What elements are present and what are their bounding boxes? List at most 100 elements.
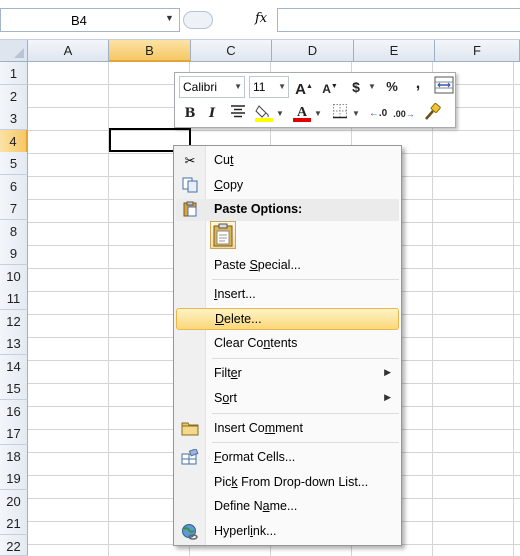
menu-item-label: Hyperlink... xyxy=(214,524,277,538)
menu-item-cut[interactable]: ✂ Cut xyxy=(176,150,399,172)
currency-button[interactable]: $ xyxy=(345,76,367,98)
grow-font-button[interactable]: A▲ xyxy=(293,76,315,98)
font-name-value: Calibri xyxy=(183,80,218,94)
shrink-font-button[interactable]: A▼ xyxy=(319,76,341,98)
menu-item-filter[interactable]: Filter ▶ xyxy=(176,363,399,385)
menu-item-copy[interactable]: Copy xyxy=(176,175,399,197)
menu-item-insert-comment[interactable]: Insert Comment xyxy=(176,418,399,440)
bold-button[interactable]: B xyxy=(179,103,201,125)
formula-controls: fx xyxy=(181,8,277,32)
formula-bar: B4 ▼ fx xyxy=(0,0,520,40)
resize-handle[interactable] xyxy=(183,11,213,29)
font-color-button[interactable]: A xyxy=(291,103,313,125)
column-header[interactable]: C xyxy=(191,40,272,62)
row-header[interactable]: 3 xyxy=(0,107,28,130)
select-all-triangle xyxy=(14,48,24,58)
paste-button[interactable] xyxy=(210,221,236,249)
increase-decimal-label: .0 xyxy=(378,108,388,119)
column-header[interactable]: F xyxy=(435,40,520,62)
menu-item-hyperlink[interactable]: Hyperlink... xyxy=(176,521,399,543)
row-header[interactable]: 21 xyxy=(0,512,28,535)
menu-item-paste-special[interactable]: Paste Special... xyxy=(176,255,399,277)
row-header[interactable]: 4 xyxy=(0,129,28,153)
chevron-down-icon[interactable]: ▼ xyxy=(165,13,174,23)
submenu-arrow-icon: ▶ xyxy=(384,367,391,377)
column-header[interactable]: E xyxy=(354,40,435,62)
menu-item-insert[interactable]: Insert... xyxy=(176,284,399,306)
select-all-button[interactable] xyxy=(0,40,28,62)
submenu-arrow-icon: ▶ xyxy=(384,392,391,402)
borders-dropdown[interactable]: ▼ xyxy=(351,103,361,125)
menu-item-define-name[interactable]: Define Name... xyxy=(176,496,399,518)
insert-function-button[interactable]: fx xyxy=(255,11,267,26)
arrow-right-icon: → xyxy=(405,109,415,119)
name-box-value: B4 xyxy=(71,13,87,28)
hyperlink-icon xyxy=(181,523,199,541)
italic-button[interactable]: I xyxy=(201,103,223,125)
currency-dropdown[interactable]: ▼ xyxy=(367,76,377,98)
center-align-button[interactable] xyxy=(227,103,249,125)
row-header[interactable]: 13 xyxy=(0,332,28,355)
row-header[interactable]: 8 xyxy=(0,219,28,243)
column-header[interactable]: A xyxy=(28,40,109,62)
row-header[interactable]: 14 xyxy=(0,354,28,378)
font-name-select[interactable]: Calibri ▼ xyxy=(179,76,245,98)
menu-item-label: Filter xyxy=(214,366,242,380)
row-header[interactable]: 1 xyxy=(0,62,28,85)
borders-button[interactable] xyxy=(329,103,351,125)
row-header[interactable]: 9 xyxy=(0,242,28,265)
row-header[interactable]: 2 xyxy=(0,84,28,108)
highlight-swatch xyxy=(255,118,273,122)
clipboard-icon xyxy=(181,201,199,219)
chevron-down-icon: ▼ xyxy=(234,82,242,91)
row-header[interactable]: 19 xyxy=(0,467,28,490)
menu-item-delete[interactable]: Delete... xyxy=(176,308,399,330)
row-header[interactable]: 7 xyxy=(0,197,28,220)
row-header[interactable]: 16 xyxy=(0,399,28,423)
column-header[interactable]: D xyxy=(272,40,354,62)
fill-color-button[interactable] xyxy=(253,103,275,125)
merge-center-icon xyxy=(434,76,454,94)
font-color-dropdown[interactable]: ▼ xyxy=(313,103,323,125)
format-painter-button[interactable] xyxy=(421,102,443,125)
percent-button[interactable]: % xyxy=(381,76,403,98)
comment-icon xyxy=(181,420,199,438)
format-painter-box-button[interactable] xyxy=(433,76,455,98)
row-header[interactable]: 12 xyxy=(0,309,28,333)
row-header[interactable]: 20 xyxy=(0,489,28,513)
comma-button[interactable]: , xyxy=(407,76,429,98)
decrease-decimal-label: .00 xyxy=(393,109,406,119)
menu-item-label: Cut xyxy=(214,153,234,167)
menu-item-label: Insert Comment xyxy=(214,421,303,435)
font-size-select[interactable]: 11 ▼ xyxy=(249,76,289,98)
align-center-icon xyxy=(231,105,245,118)
menu-item-format-cells[interactable]: Format Cells... xyxy=(176,447,399,469)
row-header[interactable]: 10 xyxy=(0,264,28,288)
row-header[interactable]: 5 xyxy=(0,152,28,175)
menu-item-sort[interactable]: Sort ▶ xyxy=(176,388,399,410)
borders-icon xyxy=(333,104,347,119)
increase-decimal-button[interactable]: ←.0 xyxy=(367,103,389,125)
grow-font-icon: A xyxy=(295,81,306,98)
font-color-icon: A xyxy=(293,105,311,122)
row-header[interactable]: 11 xyxy=(0,287,28,310)
column-header[interactable]: B xyxy=(109,40,191,62)
menu-item-clear-contents[interactable]: Clear Contents xyxy=(176,333,399,355)
row-header[interactable]: 15 xyxy=(0,377,28,400)
row-header[interactable]: 6 xyxy=(0,174,28,198)
menu-separator xyxy=(212,279,399,280)
formula-input[interactable] xyxy=(277,8,520,32)
scissors-icon: ✂ xyxy=(184,153,196,168)
decrease-decimal-button[interactable]: .00→ xyxy=(393,103,415,125)
row-header[interactable]: 17 xyxy=(0,422,28,445)
row-header[interactable]: 18 xyxy=(0,444,28,468)
menu-item-pick-from-list[interactable]: Pick From Drop-down List... xyxy=(176,472,399,494)
paste-icon xyxy=(213,223,233,247)
mini-toolbar: Calibri ▼ 11 ▼ A▲ A▼ $ ▼ % , B I ▼ A ▼ ▼… xyxy=(174,72,456,128)
fill-color-dropdown[interactable]: ▼ xyxy=(275,103,285,125)
menu-item-label: Clear Contents xyxy=(214,336,298,350)
row-header[interactable]: 22 xyxy=(0,534,28,556)
paste-options-header: Paste Options: xyxy=(176,199,399,221)
name-box[interactable]: B4 ▼ xyxy=(0,8,180,32)
menu-separator xyxy=(212,358,399,359)
